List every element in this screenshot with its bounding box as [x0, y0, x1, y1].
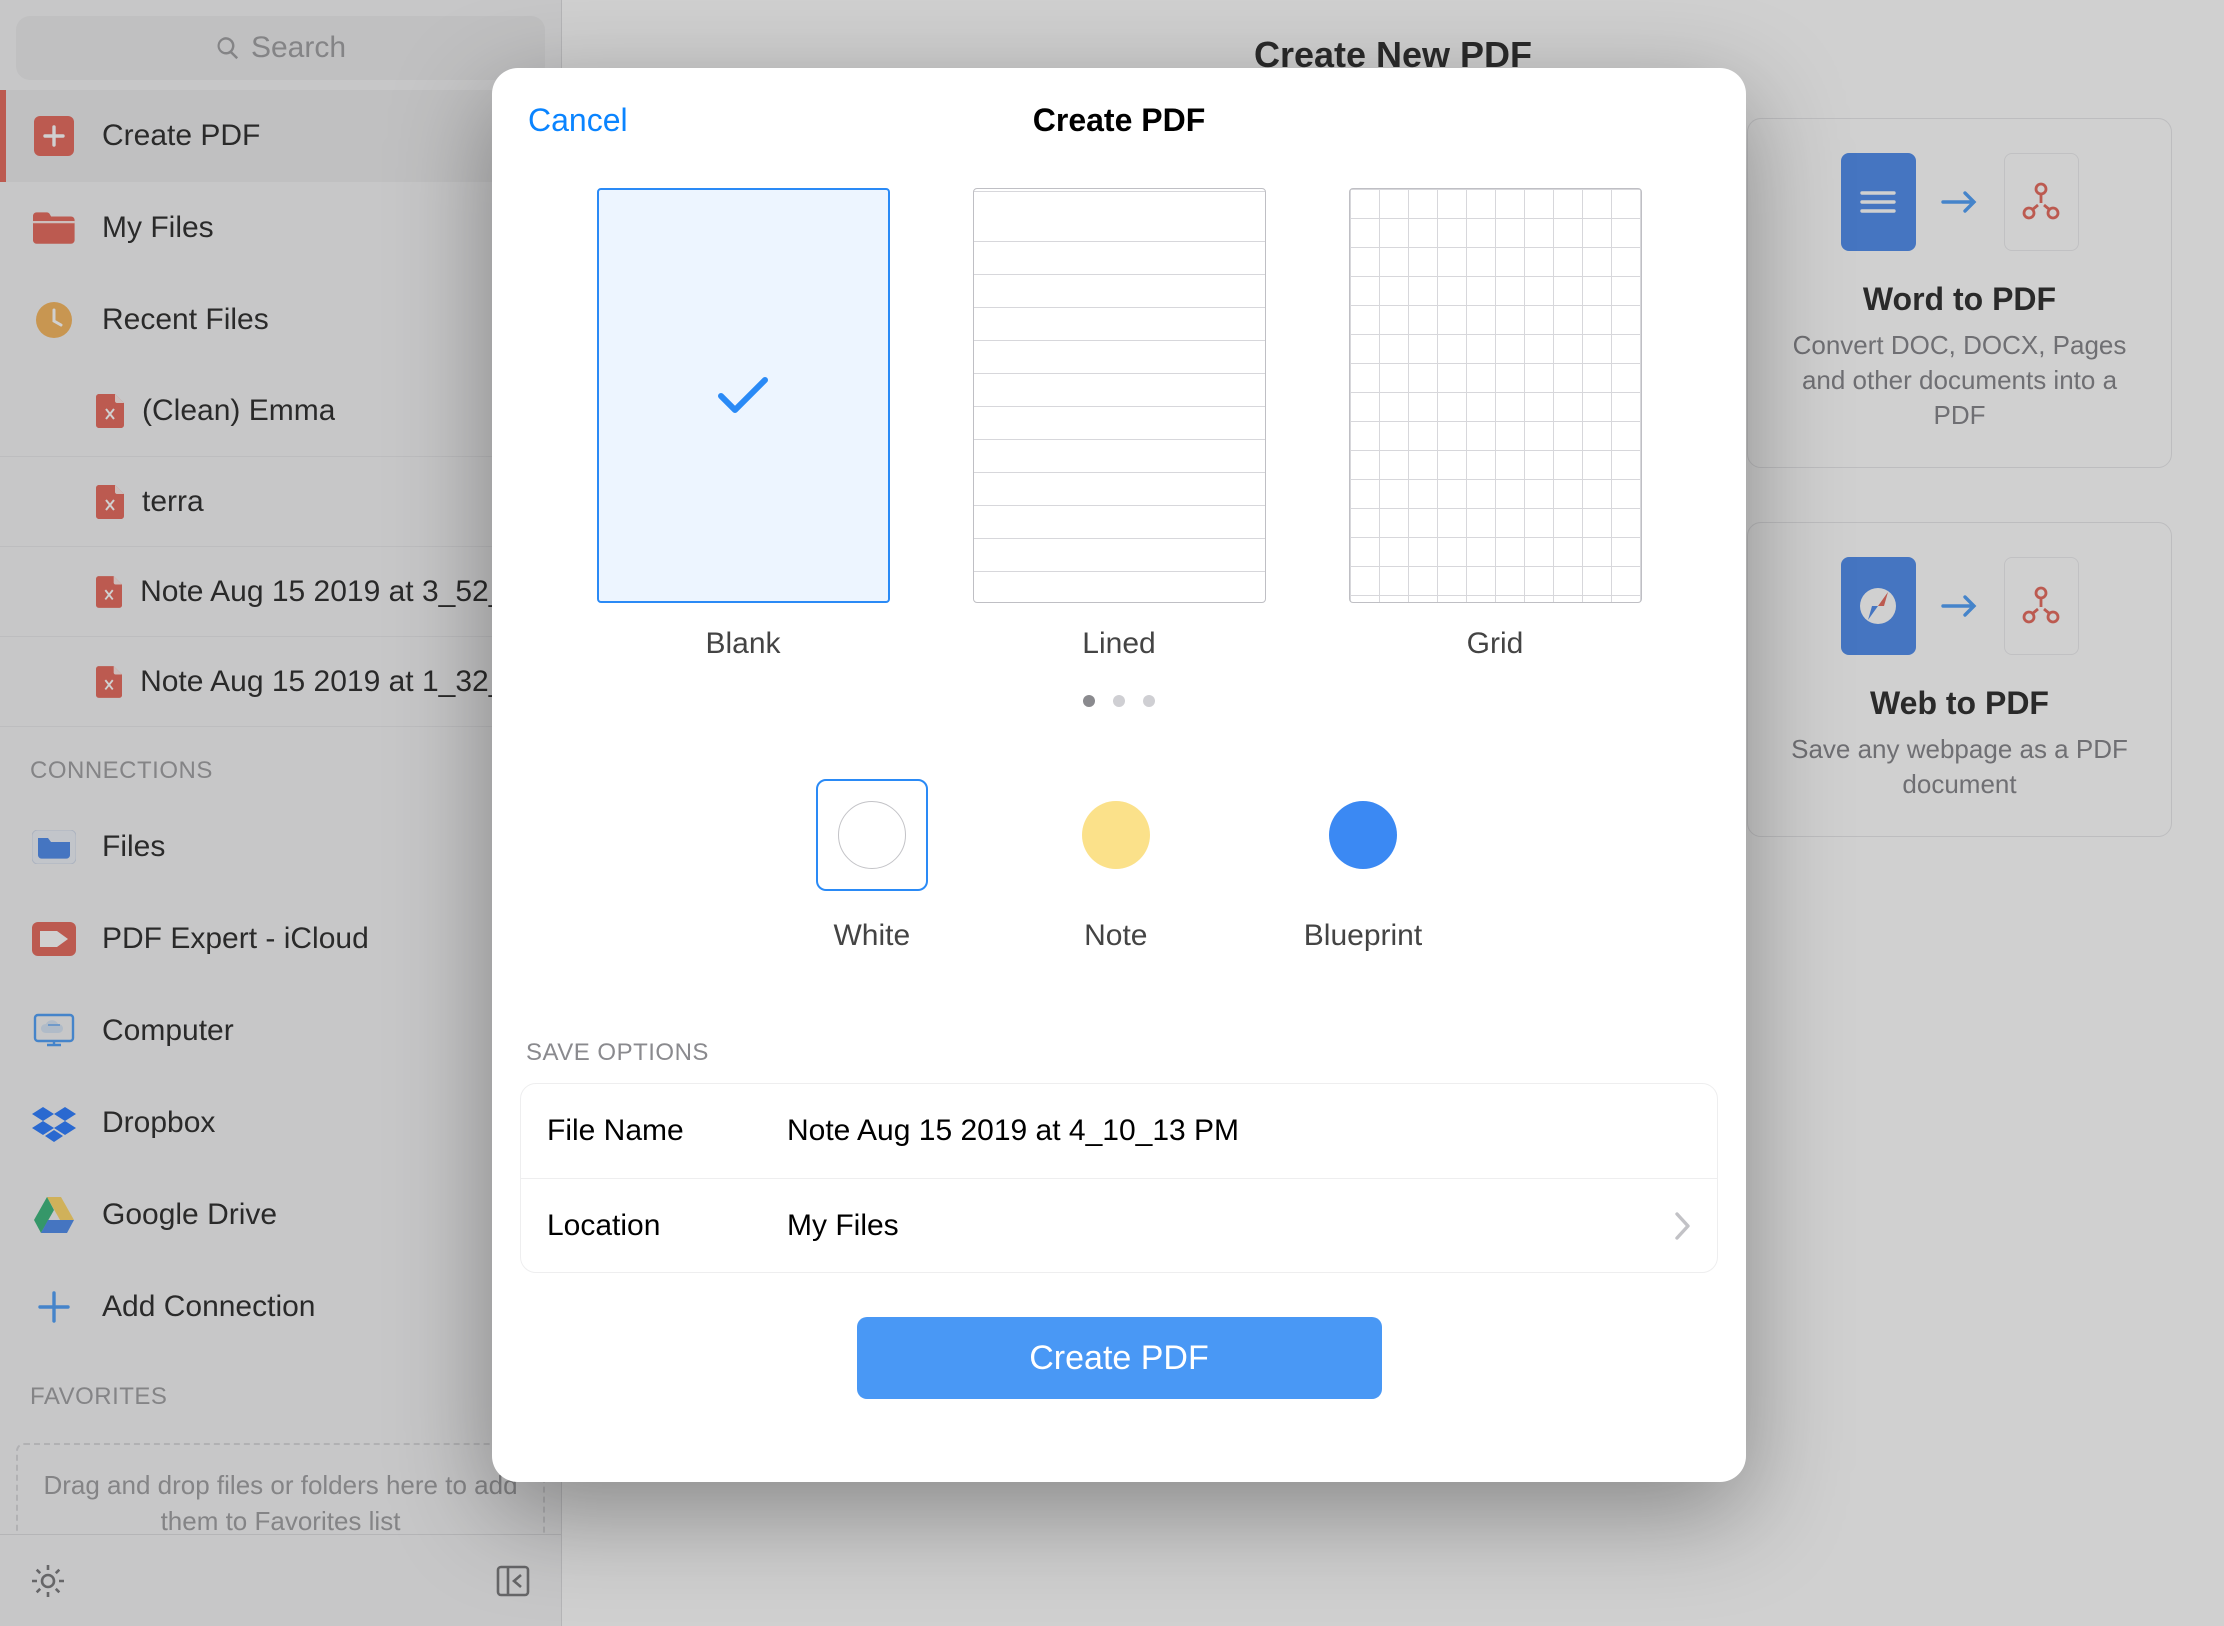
template-lined[interactable]: Lined: [973, 188, 1266, 661]
template-grid[interactable]: Grid: [1349, 188, 1642, 661]
location-label: Location: [547, 1209, 787, 1243]
color-label: Note: [1084, 919, 1147, 953]
color-label: White: [833, 919, 910, 953]
color-row: White Note Blueprint: [492, 779, 1746, 953]
color-swatch-blueprint: [1329, 801, 1397, 869]
color-blueprint[interactable]: Blueprint: [1304, 779, 1422, 953]
template-label: Blank: [705, 627, 780, 661]
template-blank[interactable]: Blank: [597, 188, 890, 661]
filename-value: Note Aug 15 2019 at 4_10_13 PM: [787, 1114, 1691, 1148]
color-label: Blueprint: [1304, 919, 1422, 953]
page-dot[interactable]: [1143, 695, 1155, 707]
modal-header: Cancel Create PDF: [492, 68, 1746, 172]
page-dot[interactable]: [1113, 695, 1125, 707]
template-lined-preview: [973, 188, 1266, 603]
filename-label: File Name: [547, 1114, 787, 1148]
template-label: Lined: [1082, 627, 1155, 661]
cancel-button[interactable]: Cancel: [522, 68, 634, 172]
location-row[interactable]: Location My Files: [521, 1178, 1717, 1272]
page-indicator[interactable]: [492, 695, 1746, 707]
create-pdf-button[interactable]: Create PDF: [857, 1317, 1382, 1399]
save-options-header: SAVE OPTIONS: [526, 1039, 1718, 1067]
chevron-right-icon: [1673, 1211, 1691, 1241]
template-blank-preview: [597, 188, 890, 603]
template-label: Grid: [1467, 627, 1524, 661]
location-value: My Files: [787, 1209, 1673, 1243]
checkmark-icon: [716, 374, 770, 418]
color-swatch-white: [838, 801, 906, 869]
color-swatch-note: [1082, 801, 1150, 869]
page-dot[interactable]: [1083, 695, 1095, 707]
modal-title: Create PDF: [1033, 102, 1206, 139]
filename-row[interactable]: File Name Note Aug 15 2019 at 4_10_13 PM: [521, 1084, 1717, 1178]
color-white[interactable]: White: [816, 779, 928, 953]
create-pdf-modal: Cancel Create PDF Blank Lined Grid White: [492, 68, 1746, 1482]
template-grid-preview: [1349, 188, 1642, 603]
save-options-section: SAVE OPTIONS File Name Note Aug 15 2019 …: [520, 1039, 1718, 1273]
color-note[interactable]: Note: [1060, 779, 1172, 953]
template-row[interactable]: Blank Lined Grid: [492, 188, 1746, 661]
